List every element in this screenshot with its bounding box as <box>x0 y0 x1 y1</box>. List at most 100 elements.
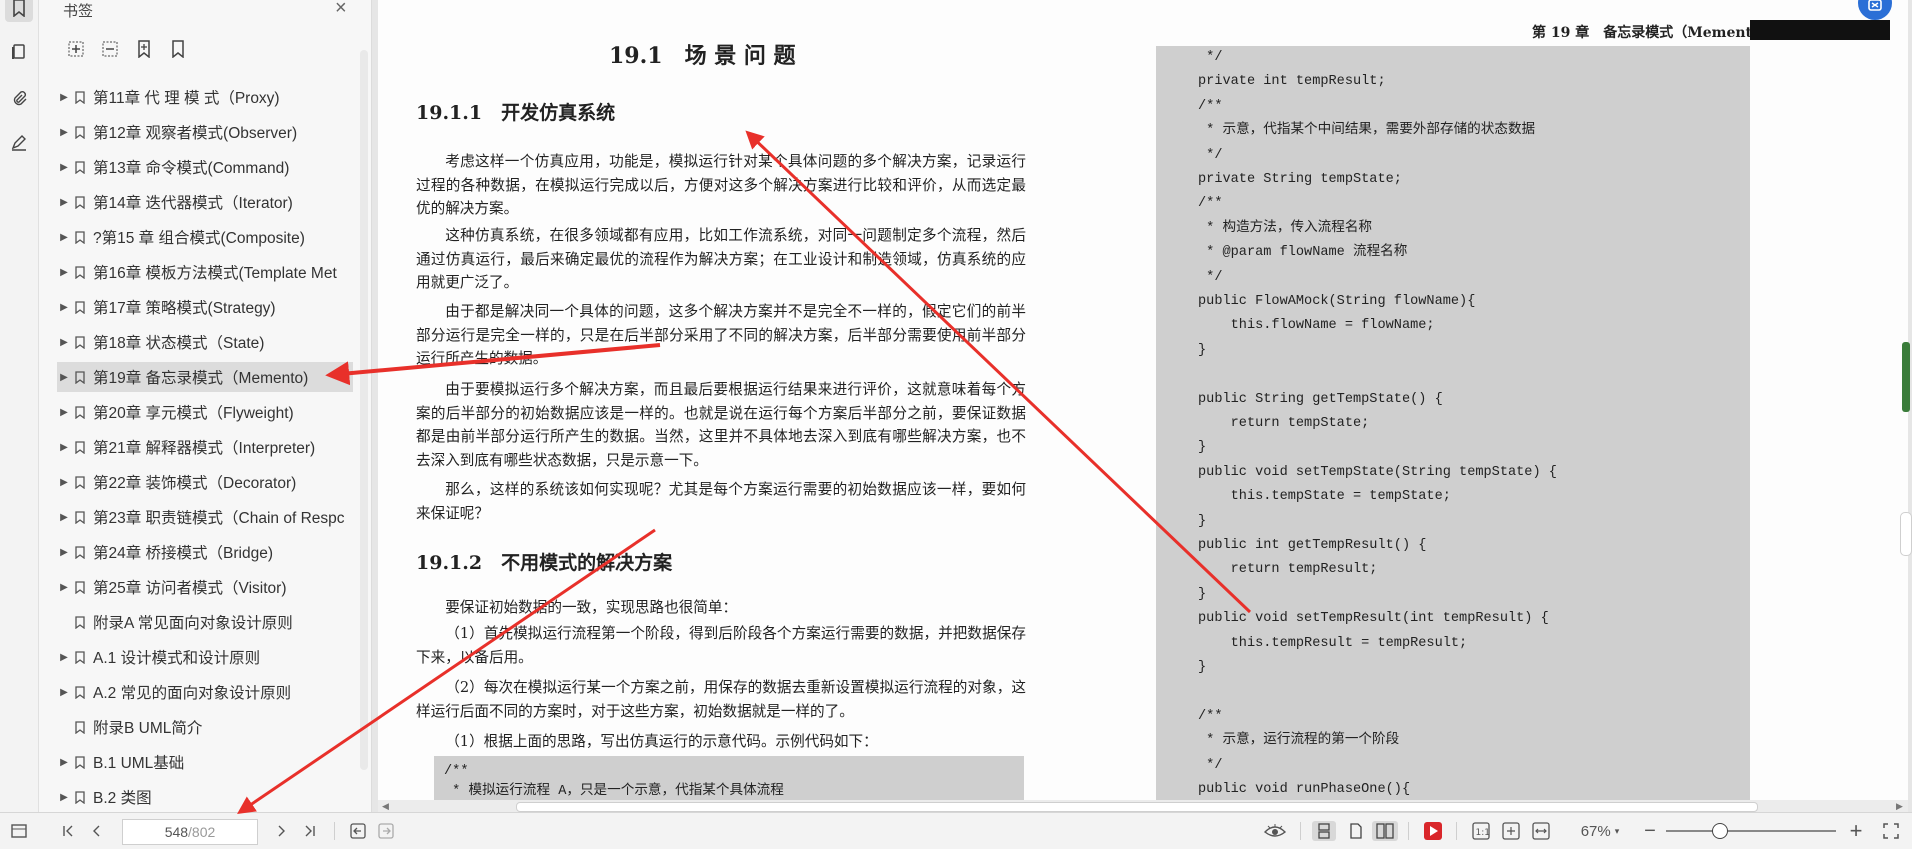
bookmark-item[interactable]: ▶ 第17章 策略模式(Strategy) <box>57 292 353 322</box>
single-page-icon[interactable] <box>1344 821 1368 841</box>
bookmark-item[interactable]: ▶ 第22章 装饰模式（Decorator) <box>57 467 353 497</box>
paragraph: 考虑这样一个仿真应用，功能是，模拟运行针对某个具体问题的多个解决方案，记录运行过… <box>416 153 1026 218</box>
subsection-title-2: 19.1.2 不用模式的解决方案 <box>416 552 673 574</box>
double-page-icon[interactable] <box>1372 821 1398 841</box>
eye-protection-icon[interactable] <box>1262 821 1288 841</box>
actual-size-icon[interactable]: 1:1 <box>1470 821 1492 841</box>
vertical-scrollbar-thumb[interactable] <box>1900 512 1912 556</box>
side-indicator <box>1902 342 1910 412</box>
zoom-in-icon[interactable]: + <box>1846 818 1866 843</box>
code-line: /** <box>444 764 469 779</box>
bookmark-label: 附录A 常见面向对象设计原则 <box>93 615 293 632</box>
expand-arrow-icon[interactable]: ▶ <box>57 407 71 418</box>
bookmark-item[interactable]: ▶ 第14章 迭代器模式（Iterator) <box>57 187 353 217</box>
expand-arrow-icon[interactable]: ▶ <box>57 267 71 278</box>
expand-arrow-icon[interactable]: ▶ <box>57 302 71 313</box>
back-view-icon[interactable] <box>348 821 368 841</box>
paragraph: 这种仿真系统，在很多领域都有应用，比如工作流系统，对同一问题制定多个流程，然后通… <box>416 227 1026 292</box>
expand-arrow-icon[interactable]: ▶ <box>57 92 71 103</box>
next-page-icon[interactable] <box>272 821 292 841</box>
bookmark-item[interactable]: ▶ B.1 UML基础 <box>57 747 353 777</box>
bookmark-item[interactable]: ▶ 第12章 观察者模式(Observer) <box>57 117 353 147</box>
signature-icon[interactable] <box>5 128 33 156</box>
close-icon[interactable]: × <box>335 0 347 20</box>
expand-arrow-icon[interactable]: ▶ <box>57 197 71 208</box>
expand-arrow-icon[interactable]: ▶ <box>57 337 71 348</box>
expand-arrow-icon[interactable]: ▶ <box>57 582 71 593</box>
bookmark-icon <box>75 405 85 419</box>
bookmark-item[interactable]: ▶ 第19章 备忘录模式（Memento) <box>57 362 353 392</box>
fullscreen-icon[interactable] <box>1880 821 1902 841</box>
expand-arrow-icon[interactable]: ▶ <box>57 652 71 663</box>
zoom-slider[interactable] <box>1666 830 1836 832</box>
expand-arrow-icon[interactable]: ▶ <box>57 512 71 523</box>
code-line: public void setTempState(String tempStat… <box>1198 464 1557 480</box>
expand-arrow-icon[interactable]: ▶ <box>57 792 71 803</box>
bookmark-item[interactable]: 附录A 常见面向对象设计原则 <box>57 607 353 637</box>
expand-arrow-icon[interactable]: ▶ <box>57 162 71 173</box>
bookmark-item[interactable]: ▶ 第11章 代 理 模 式（Proxy) <box>57 82 353 112</box>
expand-arrow-icon[interactable]: ▶ <box>57 687 71 698</box>
bookmark-icon <box>75 650 85 664</box>
code-line: * 示意，运行流程的第一个阶段 <box>1198 733 1400 749</box>
bookmark-item[interactable]: ▶ 第18章 状态模式（State) <box>57 327 353 357</box>
bookmark-icon <box>75 685 85 699</box>
last-page-icon[interactable] <box>300 821 320 841</box>
expand-arrow-icon[interactable]: ▶ <box>57 477 71 488</box>
bookmark-icon <box>75 720 85 734</box>
bookmark-item[interactable]: ▶ A.2 常见的面向对象设计原则 <box>57 677 353 707</box>
page-number-input[interactable]: 548/802 <box>122 819 258 845</box>
svg-text:1:1: 1:1 <box>1476 828 1490 838</box>
bookmark-item[interactable]: ▶ 第16章 模板方法模式(Template Met <box>57 257 353 287</box>
add-bookmark-icon[interactable] <box>63 36 89 62</box>
bookmark-icon[interactable] <box>165 36 191 62</box>
zoom-out-icon[interactable]: − <box>1640 820 1660 842</box>
bookmark-add-icon[interactable] <box>131 36 157 62</box>
expand-arrow-icon[interactable]: ▶ <box>57 442 71 453</box>
bookmark-item[interactable]: ▶ 第20章 享元模式（Flyweight) <box>57 397 353 427</box>
panel-scrollbar[interactable] <box>360 50 368 770</box>
zoom-select[interactable]: 67% ▾ <box>1574 821 1626 841</box>
bookmark-item[interactable]: ▶ 第24章 桥接模式（Bridge) <box>57 537 353 567</box>
zoom-slider-handle[interactable] <box>1712 823 1728 839</box>
expand-arrow-icon[interactable]: ▶ <box>57 372 71 383</box>
bookmark-item[interactable]: ▶ 第13章 命令模式(Command) <box>57 152 353 182</box>
thumbnail-icon[interactable] <box>5 38 33 66</box>
forward-view-icon[interactable] <box>376 821 396 841</box>
code-line: this.flowName = flowName; <box>1198 318 1435 334</box>
bookmark-item[interactable]: ▶ ?第15 章 组合模式(Composite) <box>57 222 353 252</box>
code-line: } <box>1198 586 1207 602</box>
fit-width-icon[interactable] <box>1530 821 1552 841</box>
scrollbar-thumb[interactable] <box>516 802 1758 812</box>
bookmark-icon <box>75 580 85 594</box>
code-line: public int getTempResult() { <box>1198 538 1427 553</box>
code-line: this.tempState = tempState; <box>1198 489 1451 505</box>
horizontal-scrollbar[interactable]: ◀ ▶ <box>378 800 1908 812</box>
bookmark-item[interactable]: 附录B UML简介 <box>57 712 353 742</box>
expand-arrow-icon[interactable]: ▶ <box>57 127 71 138</box>
bookmark-item[interactable]: ▶ B.2 类图 <box>57 782 353 812</box>
attachment-icon[interactable] <box>5 84 33 112</box>
expand-arrow-icon[interactable]: ▶ <box>57 232 71 243</box>
expand-arrow-icon[interactable]: ▶ <box>57 757 71 768</box>
code-line: } <box>1198 513 1207 529</box>
paragraph: 由于要模拟运行多个解决方案，而且最后要根据运行结果来进行评价，这就意味着每个方案… <box>416 381 1026 469</box>
bookmark-item[interactable]: ▶ 第23章 职责链模式（Chain of Respc <box>57 502 353 532</box>
fit-page-icon[interactable] <box>1500 821 1522 841</box>
bookmark-icon <box>75 615 85 629</box>
bookmark-label: 第17章 策略模式(Strategy) <box>93 300 276 317</box>
play-icon[interactable] <box>1420 821 1446 841</box>
expand-arrow-icon[interactable]: ▶ <box>57 547 71 558</box>
remove-bookmark-icon[interactable] <box>97 36 123 62</box>
bookmark-panel-icon[interactable] <box>5 0 33 22</box>
bookmark-label: 第24章 桥接模式（Bridge) <box>93 545 274 562</box>
bookmark-item[interactable]: ▶ 第21章 解释器模式（Interpreter) <box>57 432 353 462</box>
sidebar-toggle-icon[interactable] <box>8 821 30 841</box>
bookmark-item[interactable]: ▶ A.1 设计模式和设计原则 <box>57 642 353 672</box>
bookmark-label: ?第15 章 组合模式(Composite) <box>93 230 305 247</box>
bookmark-item[interactable]: ▶ 第25章 访问者模式（Visitor) <box>57 572 353 602</box>
code-line: */ <box>1198 269 1223 285</box>
continuous-page-icon[interactable] <box>1312 821 1336 841</box>
first-page-icon[interactable] <box>58 821 78 841</box>
previous-page-icon[interactable] <box>86 821 106 841</box>
